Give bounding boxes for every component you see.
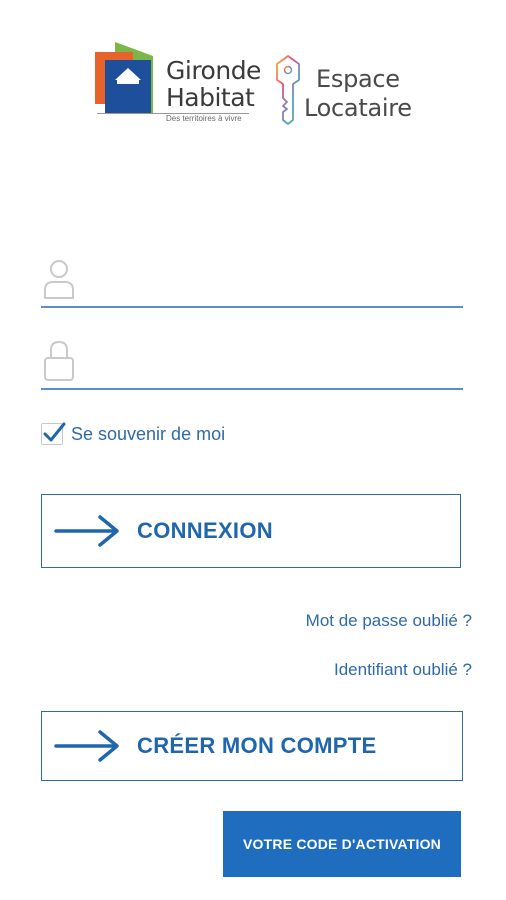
lock-icon [44, 340, 74, 381]
remember-label: Se souvenir de moi [71, 423, 226, 444]
checkmark-icon [43, 422, 66, 442]
forgot-id-link[interactable]: Identifiant oublié ? [334, 660, 472, 680]
espace-locataire-logo: Espace Locataire [275, 54, 425, 126]
logo-espace-text: Espace [316, 65, 400, 93]
username-input[interactable] [89, 264, 463, 302]
password-input[interactable] [89, 346, 463, 384]
password-field [41, 332, 463, 390]
user-icon [44, 260, 74, 299]
create-account-button[interactable]: CRÉER MON COMPTE [41, 711, 463, 781]
remember-checkbox[interactable] [41, 422, 66, 445]
username-field [41, 250, 463, 308]
logo-locataire-text: Locataire [304, 94, 412, 122]
arrow-right-icon [54, 515, 119, 547]
connexion-label: CONNEXION [137, 518, 273, 543]
gironde-habitat-logo: Gironde Habitat Des territoires à vivre [93, 42, 261, 128]
forgot-password-link[interactable]: Mot de passe oublié ? [306, 611, 472, 631]
remember-me[interactable]: Se souvenir de moi [41, 421, 225, 447]
connexion-button[interactable]: CONNEXION [41, 494, 461, 568]
key-icon [276, 55, 300, 125]
create-account-label: CRÉER MON COMPTE [137, 733, 377, 758]
arrow-right-icon [54, 730, 119, 762]
logo-gironde-text: Gironde [166, 56, 261, 85]
activation-code-button[interactable]: VOTRE CODE D'ACTIVATION [223, 811, 461, 877]
logo-tagline: Des territoires à vivre [166, 114, 242, 123]
logo-habitat-text: Habitat [166, 83, 255, 112]
